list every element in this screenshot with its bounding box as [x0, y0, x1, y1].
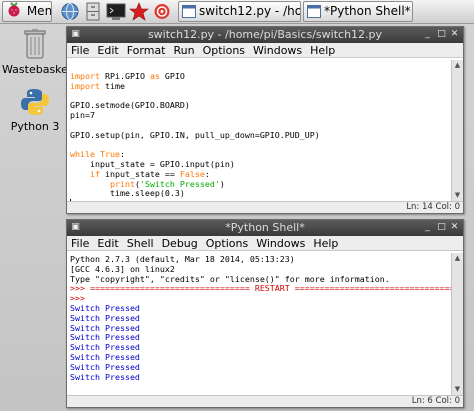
cursor-position: Ln: 6 Col: 0 — [411, 396, 460, 406]
python-logo-icon — [21, 89, 49, 115]
idle-window-icon — [307, 5, 321, 18]
editor-titlebar[interactable]: ▣ switch12.py - /home/pi/Basics/switch12… — [67, 27, 463, 43]
scroll-down-icon[interactable]: ▼ — [453, 191, 462, 200]
close-icon[interactable]: ✕ — [449, 29, 460, 40]
code-line: import time — [70, 80, 125, 91]
menu-windows[interactable]: Windows — [253, 44, 302, 57]
menu-edit[interactable]: Edit — [97, 237, 118, 250]
shell-menubar: File Edit Shell Debug Options Windows Help — [67, 236, 463, 251]
menu-help[interactable]: Help — [313, 237, 338, 250]
minimize-icon[interactable]: _ — [422, 222, 433, 233]
editor-window: ▣ switch12.py - /home/pi/Basics/switch12… — [66, 26, 464, 214]
editor-menubar: File Edit Format Run Options Windows Help — [67, 43, 463, 58]
menu-options[interactable]: Options — [203, 44, 245, 57]
idle-window-icon — [182, 5, 196, 18]
shell-line: Switch Pressed — [70, 371, 140, 382]
python3-shortcut[interactable]: Python 3 — [2, 87, 68, 133]
wolfram-launcher[interactable] — [152, 2, 172, 21]
maximize-icon[interactable]: □ — [436, 222, 447, 233]
menu-shell[interactable]: Shell — [127, 237, 154, 250]
code-line: pin=7 — [70, 109, 95, 120]
scroll-up-icon[interactable]: ▲ — [453, 254, 462, 263]
code-line: import RPi.GPIO as GPIO — [70, 70, 185, 81]
shell-scrollbar[interactable]: ▲ ▼ — [451, 253, 463, 395]
cursor-position: Ln: 14 Col: 0 — [406, 202, 460, 212]
task-editor-window[interactable]: switch12.py - /home/... — [178, 1, 301, 22]
terminal-icon — [106, 3, 126, 20]
shell-title: *Python Shell* — [225, 221, 305, 234]
trash-icon — [24, 29, 46, 59]
editor-title: switch12.py - /home/pi/Basics/switch12.p… — [147, 28, 383, 41]
mathematica-launcher[interactable] — [129, 2, 149, 21]
menu-debug[interactable]: Debug — [162, 237, 198, 250]
task-editor-label: switch12.py - /home/... — [199, 4, 300, 18]
minimize-icon[interactable]: _ — [422, 29, 433, 40]
shell-titlebar[interactable]: ▣ *Python Shell* _ □ ✕ — [67, 220, 463, 236]
menu-help[interactable]: Help — [310, 44, 335, 57]
browser-launcher[interactable] — [60, 2, 80, 21]
editor-code-area[interactable]: import RPi.GPIO as GPIO import time GPIO.… — [67, 60, 451, 201]
code-line: time.sleep(0.3) — [70, 188, 185, 199]
globe-icon — [61, 3, 79, 20]
window-menu-icon[interactable]: ▣ — [70, 29, 81, 40]
wastebasket-shortcut[interactable]: Wastebasket — [2, 28, 72, 76]
wolfram-icon — [154, 4, 170, 19]
menu-button[interactable]: Menu — [2, 1, 52, 22]
maximize-icon[interactable]: □ — [436, 29, 447, 40]
wastebasket-label: Wastebasket — [2, 63, 73, 76]
menu-file[interactable]: File — [71, 237, 89, 250]
menu-options[interactable]: Options — [206, 237, 248, 250]
code-line: GPIO.setmode(GPIO.BOARD) — [70, 100, 190, 111]
taskbar: Menu — [0, 0, 474, 24]
window-menu-icon[interactable]: ▣ — [70, 222, 81, 233]
menu-format[interactable]: Format — [127, 44, 166, 57]
menu-run[interactable]: Run — [174, 44, 195, 57]
menu-file[interactable]: File — [71, 44, 89, 57]
shell-output-area[interactable]: Python 2.7.3 (default, Mar 18 2014, 05:1… — [67, 253, 451, 395]
menu-windows[interactable]: Windows — [256, 237, 305, 250]
close-icon[interactable]: ✕ — [449, 222, 460, 233]
scroll-down-icon[interactable]: ▼ — [453, 385, 462, 394]
raspberry-icon — [8, 2, 20, 17]
scroll-up-icon[interactable]: ▲ — [453, 61, 462, 70]
shell-line: >>> ================================ RES… — [70, 283, 451, 294]
file-cabinet-icon — [86, 2, 100, 21]
editor-scrollbar[interactable]: ▲ ▼ — [451, 60, 463, 201]
python3-label: Python 3 — [10, 120, 60, 133]
task-shell-window[interactable]: *Python Shell* — [303, 1, 413, 22]
task-shell-label: *Python Shell* — [324, 4, 411, 18]
editor-statusbar: Ln: 14 Col: 0 — [67, 201, 463, 213]
shell-statusbar: Ln: 6 Col: 0 — [67, 395, 463, 407]
mathematica-star-icon — [129, 2, 149, 21]
file-manager-launcher[interactable] — [83, 2, 103, 21]
menu-label: Menu — [26, 4, 52, 18]
menu-edit[interactable]: Edit — [97, 44, 118, 57]
code-line: GPIO.setup(pin, GPIO.IN, pull_up_down=GP… — [70, 129, 320, 140]
shell-window: ▣ *Python Shell* _ □ ✕ File Edit Shell Debu… — [66, 219, 464, 408]
terminal-launcher[interactable] — [106, 2, 126, 21]
